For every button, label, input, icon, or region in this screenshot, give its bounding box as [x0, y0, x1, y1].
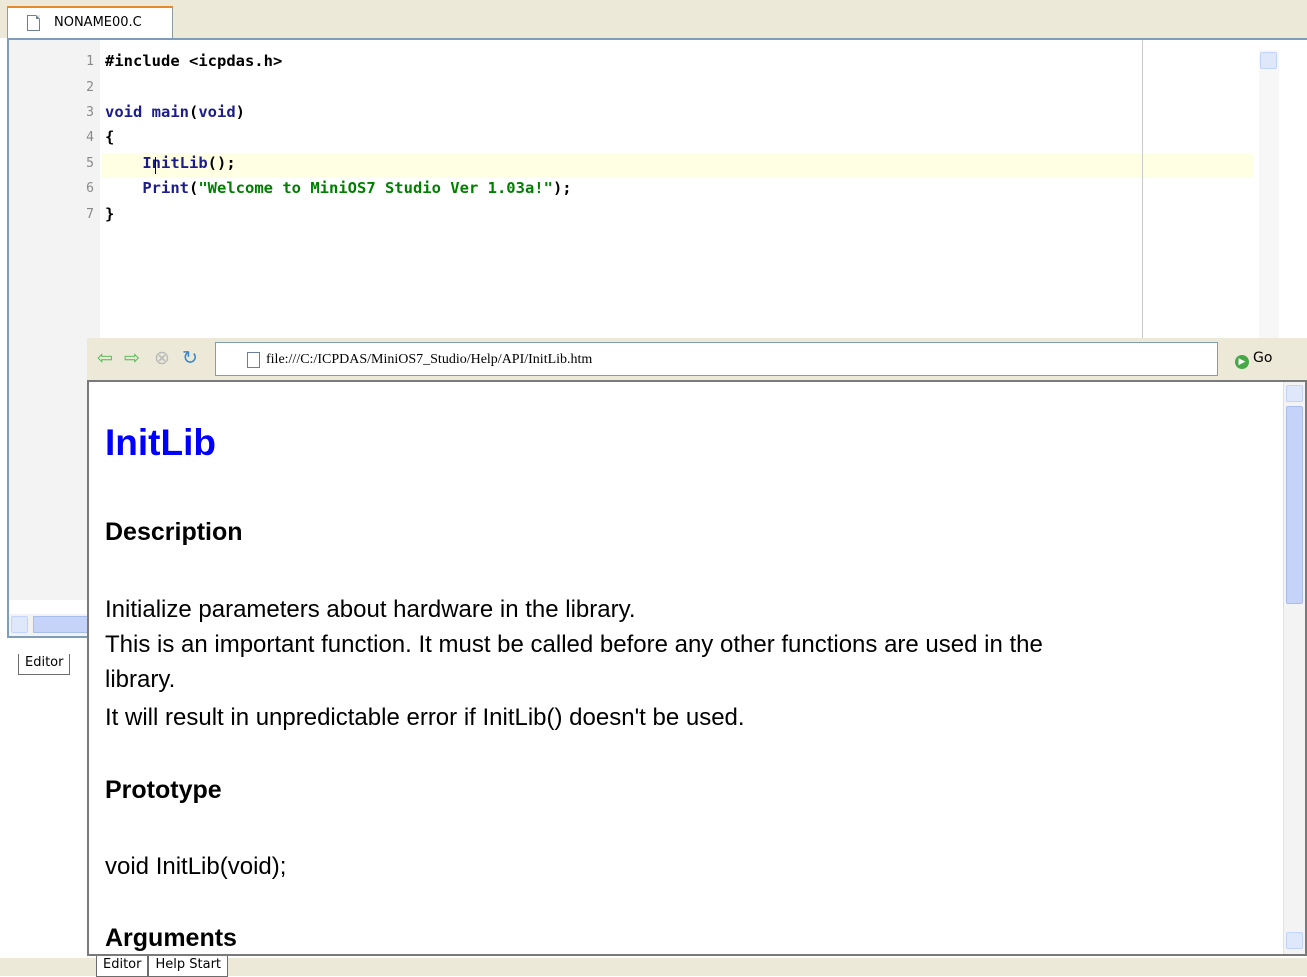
current-line-highlight	[101, 153, 1253, 177]
line-number: 3	[86, 105, 94, 120]
code-line: {	[105, 128, 114, 146]
string-literal: "Welcome to MiniOS7 Studio Ver 1.03a!"	[198, 179, 553, 197]
arguments-heading: Arguments	[105, 924, 237, 952]
code-text: ();	[207, 154, 236, 172]
code-token: void	[198, 103, 236, 121]
code-text: #include <icpdas.h>	[105, 52, 283, 70]
code-line: }	[105, 205, 114, 223]
scroll-up-arrow-icon[interactable]	[1260, 52, 1277, 69]
page-title: InitLib	[105, 422, 216, 463]
code-text: }	[105, 205, 115, 223]
bottom-tabs: Editor Help Start	[96, 956, 229, 977]
text-caret	[155, 157, 156, 174]
go-button[interactable]: ▶ Go	[1235, 350, 1272, 369]
go-icon: ▶	[1235, 355, 1249, 369]
line-number: 2	[86, 80, 94, 95]
tab-editor[interactable]: Editor	[96, 956, 149, 977]
go-label: Go	[1253, 350, 1273, 366]
forward-arrow-icon[interactable]: ⇨	[121, 348, 143, 370]
editor-tab-bar: NONAME00.C	[0, 0, 1307, 38]
scroll-up-arrow-icon[interactable]	[1286, 385, 1303, 402]
tab-help-start[interactable]: Help Start	[148, 956, 229, 977]
editor-horizontal-scrollbar[interactable]	[9, 614, 89, 636]
back-arrow-icon[interactable]: ⇦	[94, 348, 116, 370]
document-icon	[247, 352, 260, 368]
browser-toolbar: ⇦ ⇨ ⊗ ↻ file:///C:/ICPDAS/MiniOS7_Studio…	[87, 338, 1307, 380]
line-number: 6	[86, 181, 94, 196]
tab-editor[interactable]: Editor	[18, 654, 71, 675]
code-line: void main(void)	[105, 103, 245, 121]
description-line: library.	[105, 666, 176, 693]
line-number: 7	[86, 207, 94, 222]
prototype-heading: Prototype	[105, 776, 222, 804]
code-text: (	[189, 103, 199, 121]
address-url: file:///C:/ICPDAS/MiniOS7_Studio/Help/AP…	[266, 352, 593, 367]
scroll-down-arrow-icon[interactable]	[1286, 932, 1303, 949]
code-text: )	[235, 103, 246, 121]
code-token: Print	[142, 179, 189, 197]
code-text: );	[552, 179, 572, 197]
code-token: main	[151, 103, 189, 121]
stop-icon[interactable]: ⊗	[151, 348, 173, 370]
help-vertical-scrollbar[interactable]	[1283, 382, 1305, 954]
help-browser-panel: ⇦ ⇨ ⊗ ↻ file:///C:/ICPDAS/MiniOS7_Studio…	[87, 338, 1307, 958]
document-icon	[27, 15, 40, 31]
description-line: This is an important function. It must b…	[105, 631, 1043, 658]
help-content: InitLib Description Initialize parameter…	[87, 380, 1307, 956]
code-line: InitLib();	[105, 154, 236, 172]
line-number: 5	[86, 156, 94, 171]
code-line: Print("Welcome to MiniOS7 Studio Ver 1.0…	[105, 179, 572, 197]
description-line: Initialize parameters about hardware in …	[105, 596, 636, 623]
prototype-text: void InitLib(void);	[105, 853, 287, 880]
refresh-icon[interactable]: ↻	[179, 348, 201, 370]
file-tab-label: NONAME00.C	[54, 15, 142, 30]
file-tab-noname00[interactable]: NONAME00.C	[7, 6, 173, 38]
scrollbar-thumb[interactable]	[1286, 406, 1303, 604]
scrollbar-thumb[interactable]	[33, 616, 89, 633]
scroll-left-arrow-icon[interactable]	[11, 616, 28, 633]
code-line: #include <icpdas.h>	[105, 52, 282, 70]
code-token: InitLib	[142, 154, 208, 172]
line-number: 1	[86, 54, 94, 69]
description-heading: Description	[105, 518, 243, 546]
address-bar[interactable]: file:///C:/ICPDAS/MiniOS7_Studio/Help/AP…	[215, 342, 1218, 376]
editor-bottom-tabs: Editor	[18, 654, 71, 676]
code-text: (	[189, 179, 199, 197]
code-text: {	[105, 128, 115, 146]
code-token: void	[105, 103, 143, 121]
line-number: 4	[86, 130, 94, 145]
description-line: It will result in unpredictable error if…	[105, 704, 745, 731]
